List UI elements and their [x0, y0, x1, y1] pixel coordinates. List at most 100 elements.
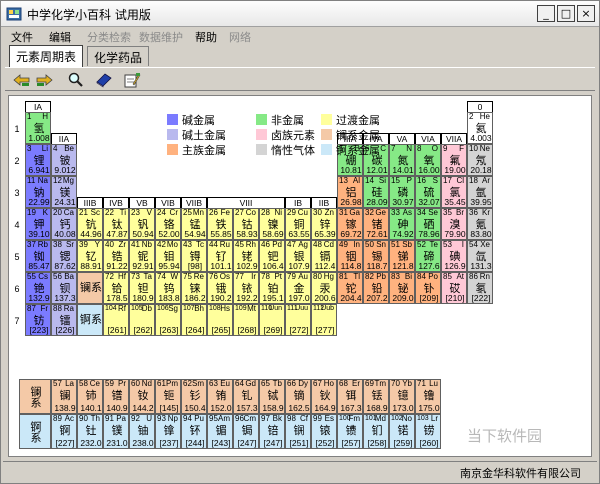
- maximize-button[interactable]: □: [557, 5, 575, 22]
- element-cell-tb[interactable]: 65 Tb 铽 158.9: [259, 379, 285, 414]
- element-cell-pm[interactable]: 61 Pm 钷 [145]: [155, 379, 181, 414]
- lanthanide-placeholder[interactable]: 镧系: [77, 272, 103, 304]
- element-cell-mo[interactable]: 42 Mo 钼 95.94: [155, 240, 181, 272]
- element-cell-mg[interactable]: 12 Mg 镁 24.31: [51, 176, 77, 208]
- element-cell-ho[interactable]: 67 Ho 钬 164.9: [311, 379, 337, 414]
- element-cell-pt[interactable]: 78 Pt 铂 195.1: [259, 272, 285, 304]
- element-cell-mn[interactable]: 25 Mn 锰 54.94: [181, 208, 207, 240]
- element-cell-am[interactable]: 95 Am 镅 [243]: [207, 414, 233, 449]
- element-cell-se[interactable]: 34 Se 硒 78.96: [415, 208, 441, 240]
- element-cell-n[interactable]: 7 N 氮 14.01: [389, 144, 415, 176]
- element-cell-th[interactable]: 90 Th 钍 232.0: [77, 414, 103, 449]
- element-cell-uuu[interactable]: 111 Uuu [272]: [285, 304, 311, 336]
- element-cell-zr[interactable]: 40 Zr 锆 91.22: [103, 240, 129, 272]
- element-cell-li[interactable]: 3 Li 锂 6.941: [25, 144, 51, 176]
- menu-6[interactable]: 网络: [229, 29, 251, 45]
- element-cell-pa[interactable]: 91 Pa 镤 231.0: [103, 414, 129, 449]
- element-cell-no[interactable]: 102 No 锘 [259]: [389, 414, 415, 449]
- element-cell-nb[interactable]: 41 Nb 铌 92.91: [129, 240, 155, 272]
- element-cell-xe[interactable]: 54 Xe 氙 131.3: [467, 240, 493, 272]
- element-cell-cs[interactable]: 55 Cs 铯 132.9: [25, 272, 51, 304]
- element-cell-md[interactable]: 101 Md 钔 [258]: [363, 414, 389, 449]
- element-cell-br[interactable]: 35 Br 溴 79.90: [441, 208, 467, 240]
- element-cell-ge[interactable]: 32 Ge 锗 72.61: [363, 208, 389, 240]
- element-cell-rb[interactable]: 37 Rb 铷 85.47: [25, 240, 51, 272]
- element-cell-ta[interactable]: 73 Ta 钽 180.9: [129, 272, 155, 304]
- element-cell-ti[interactable]: 22 Ti 钛 47.87: [103, 208, 129, 240]
- element-cell-re[interactable]: 75 Re 铼 186.2: [181, 272, 207, 304]
- element-cell-cr[interactable]: 24 Cr 铬 52.00: [155, 208, 181, 240]
- element-cell-be[interactable]: 4 Be 铍 9.012: [51, 144, 77, 176]
- element-cell-ar[interactable]: 18 Ar 氩 39.95: [467, 176, 493, 208]
- element-cell-sg[interactable]: 106 Sg [263]: [155, 304, 181, 336]
- element-cell-kr[interactable]: 36 Kr 氪 83.80: [467, 208, 493, 240]
- menu-5[interactable]: 帮助: [195, 29, 217, 45]
- element-cell-rf[interactable]: 104 Rf [261]: [103, 304, 129, 336]
- element-cell-na[interactable]: 11 Na 钠 22.99: [25, 176, 51, 208]
- element-cell-sc[interactable]: 21 Sc 钪 44.96: [77, 208, 103, 240]
- element-cell-ba[interactable]: 56 Ba 钡 137.3: [51, 272, 77, 304]
- element-cell-f[interactable]: 9 F 氟 19.00: [441, 144, 467, 176]
- menu-3[interactable]: 分类检索: [87, 29, 131, 45]
- actinide-placeholder[interactable]: 锕系: [77, 304, 103, 336]
- element-cell-al[interactable]: 13 Al 铝 26.98: [337, 176, 363, 208]
- element-cell-he[interactable]: 2 He 氦 4.003: [467, 112, 493, 144]
- menu-1[interactable]: 文件: [11, 29, 33, 45]
- close-button[interactable]: ×: [577, 5, 595, 22]
- element-cell-sb[interactable]: 51 Sb 锑 121.8: [389, 240, 415, 272]
- element-cell-nd[interactable]: 60 Nd 钕 144.2: [129, 379, 155, 414]
- element-cell-ga[interactable]: 31 Ga 镓 69.72: [337, 208, 363, 240]
- element-cell-es[interactable]: 99 Es 锿 [252]: [311, 414, 337, 449]
- element-cell-bh[interactable]: 107 Bh [264]: [181, 304, 207, 336]
- element-cell-y[interactable]: 39 Y 钇 88.91: [77, 240, 103, 272]
- edit-icon[interactable]: [123, 72, 141, 88]
- element-cell-v[interactable]: 23 V 钒 50.94: [129, 208, 155, 240]
- element-cell-si[interactable]: 14 Si 硅 28.09: [363, 176, 389, 208]
- element-cell-hg[interactable]: 80 Hg 汞 200.6: [311, 272, 337, 304]
- element-cell-p[interactable]: 15 P 磷 30.97: [389, 176, 415, 208]
- element-cell-yb[interactable]: 70 Yb 镱 173.0: [389, 379, 415, 414]
- element-cell-tl[interactable]: 81 Tl 铊 204.4: [337, 272, 363, 304]
- element-cell-w[interactable]: 74 W 钨 183.8: [155, 272, 181, 304]
- element-cell-db[interactable]: 105 Db [262]: [129, 304, 155, 336]
- element-cell-bi[interactable]: 83 Bi 铋 209.0: [389, 272, 415, 304]
- element-cell-lu[interactable]: 71 Lu 镥 175.0: [415, 379, 441, 414]
- element-cell-pd[interactable]: 46 Pd 钯 106.4: [259, 240, 285, 272]
- element-cell-sm[interactable]: 62 Sm 钐 150.4: [181, 379, 207, 414]
- element-cell-np[interactable]: 93 Np 镎 [237]: [155, 414, 181, 449]
- element-cell-lr[interactable]: 103 Lr 铹 [260]: [415, 414, 441, 449]
- element-cell-gd[interactable]: 64 Gd 钆 157.3: [233, 379, 259, 414]
- title-bar[interactable]: 中学化学小百科 试用版 _ □ ×: [1, 1, 599, 27]
- element-cell-fr[interactable]: 87 Fr 钫 [223]: [25, 304, 51, 336]
- element-cell-ac[interactable]: 89 Ac 锕 [227]: [51, 414, 77, 449]
- element-cell-mt[interactable]: 109 Mt [268]: [233, 304, 259, 336]
- element-cell-eu[interactable]: 63 Eu 铕 152.0: [207, 379, 233, 414]
- element-cell-uun[interactable]: 110 Uun [269]: [259, 304, 285, 336]
- element-cell-cu[interactable]: 29 Cu 铜 63.55: [285, 208, 311, 240]
- element-cell-uub[interactable]: 112 Uub [277]: [311, 304, 337, 336]
- tab-2[interactable]: 化学药品: [87, 46, 150, 66]
- element-cell-fe[interactable]: 26 Fe 铁 55.85: [207, 208, 233, 240]
- element-cell-i[interactable]: 53 I 碘 126.9: [441, 240, 467, 272]
- element-cell-zn[interactable]: 30 Zn 锌 65.39: [311, 208, 337, 240]
- element-cell-hs[interactable]: 108 Hs [265]: [207, 304, 233, 336]
- element-cell-fm[interactable]: 100 Fm 镄 [257]: [337, 414, 363, 449]
- menu-2[interactable]: 编辑: [49, 29, 71, 45]
- search-icon[interactable]: [67, 72, 85, 88]
- element-cell-ni[interactable]: 28 Ni 镍 58.69: [259, 208, 285, 240]
- element-cell-ra[interactable]: 88 Ra 镭 [226]: [51, 304, 77, 336]
- element-cell-os[interactable]: 76 Os 锇 190.2: [207, 272, 233, 304]
- element-cell-tc[interactable]: 43 Tc 锝 [98]: [181, 240, 207, 272]
- minimize-button[interactable]: _: [537, 5, 555, 22]
- element-cell-k[interactable]: 19 K 钾 39.10: [25, 208, 51, 240]
- element-cell-rn[interactable]: 86 Rn 氡 [222]: [467, 272, 493, 304]
- element-cell-ce[interactable]: 58 Ce 铈 140.1: [77, 379, 103, 414]
- element-cell-bk[interactable]: 97 Bk 锫 [247]: [259, 414, 285, 449]
- element-cell-er[interactable]: 68 Er 铒 167.3: [337, 379, 363, 414]
- element-cell-at[interactable]: 85 At 砹 [210]: [441, 272, 467, 304]
- element-cell-ru[interactable]: 44 Ru 钌 101.1: [207, 240, 233, 272]
- element-cell-rh[interactable]: 45 Rh 铑 102.9: [233, 240, 259, 272]
- element-cell-co[interactable]: 27 Co 钴 58.93: [233, 208, 259, 240]
- element-cell-pr[interactable]: 59 Pr 镨 140.9: [103, 379, 129, 414]
- element-cell-tm[interactable]: 69 Tm 铥 168.9: [363, 379, 389, 414]
